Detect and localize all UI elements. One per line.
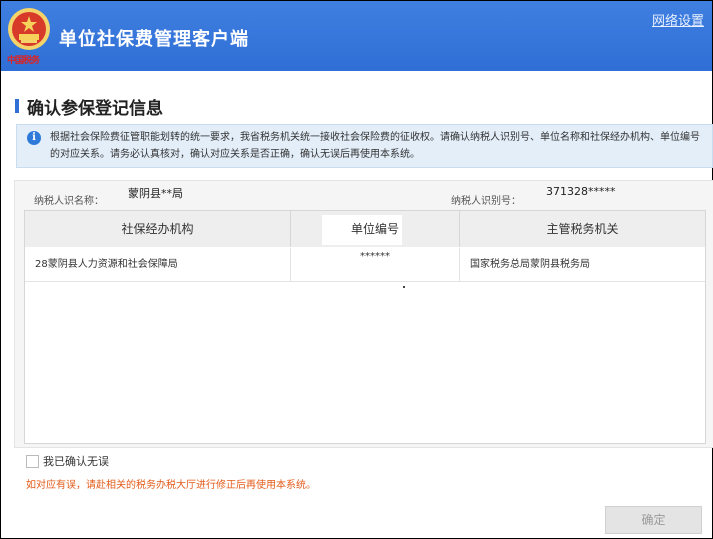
notice-text: 根据社会保险费征管职能划转的统一要求，我省税务机关统一接收社会保险费的征收权。请… <box>50 132 700 160</box>
notice-box: i 根据社会保险费征管职能划转的统一要求，我省税务机关统一接收社会保险费的征收权… <box>16 124 713 168</box>
confirm-checkbox[interactable] <box>26 455 39 468</box>
app-header: 中国税务 单位社保费管理客户端 网络设置 <box>1 1 712 71</box>
table-cell-unit-code: ****** <box>291 248 460 282</box>
column-header-tax-authority: 主管税务机关 <box>460 211 705 247</box>
table-cell-agency: 28蒙阴县人力资源和社会保障局 <box>25 248 291 282</box>
info-icon: i <box>27 131 41 145</box>
table-cell-tax-authority: 国家税务总局蒙阴县税务局 <box>460 248 705 282</box>
logo-caption: 中国税务 <box>7 56 40 66</box>
confirm-button[interactable]: 确定 <box>605 506 702 534</box>
taxpayer-id-label: 纳税人识别号： <box>451 196 521 207</box>
column-header-unit-code: 单位编号 <box>291 211 460 247</box>
column-header-agency: 社保经办机构 <box>25 211 291 247</box>
taxpayer-id-value: 371328***** <box>546 185 616 198</box>
confirm-checkbox-label[interactable]: 我已确认无误 <box>43 453 109 469</box>
tax-emblem-icon <box>8 8 50 50</box>
taxpayer-name-value: 蒙阴县**局 <box>128 187 183 200</box>
page-title: 确认参保登记信息 <box>27 99 163 119</box>
registration-table: 社保经办机构 单位编号 主管税务机关 28蒙阴县人力资源和社会保障局 *****… <box>24 210 706 444</box>
stray-dot <box>403 286 405 288</box>
title-accent-bar <box>15 99 19 113</box>
network-settings-link[interactable]: 网络设置 <box>652 10 704 29</box>
correction-warning: 如对应有误，请赴相关的税务办税大厅进行修正后再使用本系统。 <box>26 480 316 491</box>
app-title: 单位社保费管理客户端 <box>59 29 249 50</box>
taxpayer-name-label: 纳税人识名称： <box>34 196 104 207</box>
